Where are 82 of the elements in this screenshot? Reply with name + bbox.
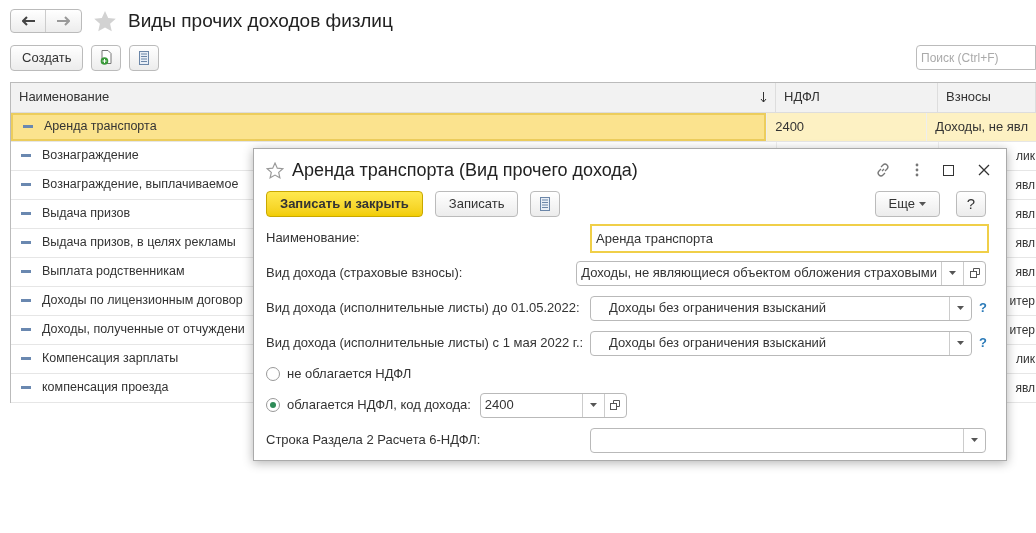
caret-icon — [589, 403, 597, 407]
maximize-icon[interactable] — [943, 164, 954, 176]
link-icon[interactable] — [875, 162, 891, 178]
page-title: Виды прочих доходов физлиц — [128, 9, 393, 33]
save-button[interactable]: Записать — [434, 191, 519, 217]
table-cell-text: явл — [1015, 234, 1035, 252]
item-marker-icon — [21, 241, 31, 244]
item-marker-icon — [21, 328, 31, 331]
caret-icon — [919, 202, 926, 206]
dropdown-field[interactable]: 2400 — [479, 392, 627, 418]
arrow-right-icon — [57, 16, 70, 27]
list-button[interactable] — [530, 191, 561, 217]
name-field[interactable]: Аренда транспорта — [590, 223, 989, 253]
add-document-button[interactable] — [91, 44, 122, 71]
table-cell-text: итер — [1009, 321, 1035, 339]
table-cell-text: Вознаграждение, выплачиваемое — [42, 176, 239, 194]
table-cell-text: Выдача призов, в целях рекламы — [42, 234, 236, 252]
caret-icon — [957, 341, 964, 345]
item-marker-icon — [21, 183, 31, 186]
table-cell-text: итер — [1009, 292, 1035, 310]
item-marker-icon — [21, 154, 31, 157]
table-cell-text: Доходы, полученные от отчуждени — [42, 321, 245, 339]
table-cell-text: Выдача призов — [42, 205, 131, 223]
table-cell-text: Доходы, не явл — [935, 117, 1028, 136]
radio-label: облагается НДФЛ, код дохода: — [287, 396, 471, 415]
table-cell-text: явл — [1015, 176, 1035, 194]
field-label: Вид дохода (исполнительные листы) с 1 мая 2022 г.: — [266, 334, 585, 353]
help-button[interactable]: ? — [956, 191, 986, 217]
arrow-left-icon — [21, 16, 35, 27]
table-cell-text: явл — [1015, 205, 1035, 223]
close-icon[interactable] — [978, 164, 990, 176]
dropdown-field[interactable]: Доходы без ограничения взысканий — [590, 295, 972, 321]
star-icon[interactable] — [94, 10, 116, 32]
radio-button[interactable] — [266, 398, 280, 412]
field-label: Наименование: — [266, 229, 361, 248]
table-cell-text: 2400 — [775, 117, 805, 136]
open-window-icon — [969, 268, 980, 278]
open-window-icon — [610, 400, 621, 410]
caret-icon — [949, 271, 956, 275]
item-marker-icon — [21, 270, 31, 273]
caret-icon — [957, 306, 964, 310]
table-cell-text: Компенсация зарплаты — [42, 350, 179, 368]
column-header[interactable]: НДФЛ — [776, 82, 938, 112]
table-cell-text: явл — [1015, 263, 1035, 281]
dropdown-field[interactable]: Доходы, не являющиеся объектом обложения страховыми — [576, 260, 986, 286]
field-label: Строка Раздела 2 Расчета 6-НДФЛ: — [266, 431, 482, 450]
table-cell-text: лик — [1016, 350, 1035, 368]
create-button[interactable]: Создать — [10, 44, 84, 71]
field-label: Вид дохода (исполнительные листы) до 01.05.2022: — [266, 299, 581, 318]
star-icon[interactable] — [266, 161, 284, 179]
table-row[interactable]: Аренда транспорта 2400 Доходы, не явл — [11, 112, 1036, 142]
document-add-icon — [99, 50, 113, 65]
item-marker-icon — [21, 299, 31, 302]
table-cell-text: Выплата родственникам — [42, 263, 185, 281]
help-link[interactable]: ? — [972, 298, 994, 318]
item-marker-icon — [21, 357, 31, 360]
list-icon — [540, 197, 551, 211]
table-cell-text: Вознаграждение — [42, 147, 139, 165]
item-marker-icon — [23, 125, 33, 128]
save-and-close-button[interactable]: Записать и закрыть — [266, 191, 423, 217]
dropdown-field[interactable] — [590, 427, 986, 453]
table-cell-text: Доходы по лицензионным договор — [42, 292, 243, 310]
table-cell-text: лик — [1016, 147, 1035, 165]
sort-arrow-icon — [760, 91, 767, 103]
radio-button[interactable] — [266, 367, 280, 381]
more-button[interactable]: Еще — [874, 191, 940, 217]
more-icon[interactable] — [915, 163, 919, 177]
column-header[interactable]: Взносы — [938, 82, 1036, 112]
radio-label: не облагается НДФЛ — [287, 365, 412, 384]
help-link[interactable]: ? — [972, 333, 994, 353]
table-cell-text: компенсация проезда — [42, 379, 169, 397]
list-button[interactable] — [129, 44, 160, 71]
column-header[interactable]: Наименование — [11, 82, 776, 112]
field-label: Вид дохода (страховые взносы): — [266, 264, 464, 283]
caret-icon — [971, 438, 978, 442]
list-icon — [139, 50, 150, 65]
table-cell-text: Аренда транспорта — [44, 118, 157, 136]
item-marker-icon — [21, 212, 31, 215]
item-marker-icon — [21, 386, 31, 389]
dropdown-field[interactable]: Доходы без ограничения взысканий — [590, 330, 972, 356]
search-field[interactable]: Поиск (Ctrl+F) — [916, 45, 1036, 70]
table-cell-text: явл — [1015, 379, 1035, 397]
